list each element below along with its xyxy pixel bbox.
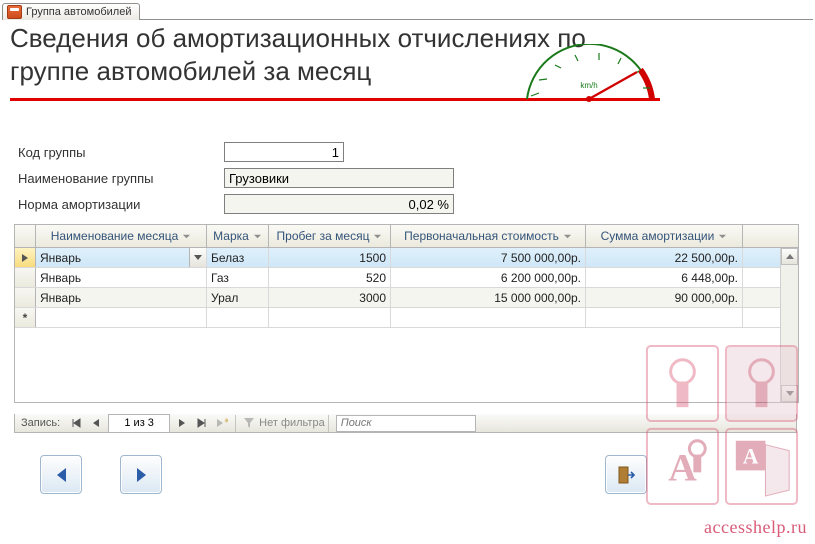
triangle-left-icon [57,468,66,482]
form-next-button[interactable] [120,455,162,494]
label-group-code: Код группы [18,145,208,160]
cell-month[interactable] [36,308,207,327]
cell-amort[interactable]: 22 500,00р. [586,248,743,267]
cell-brand[interactable]: Газ [207,268,269,287]
chevron-down-icon [194,255,202,260]
scroll-up-button[interactable] [781,248,798,265]
dropdown-icon [373,232,382,241]
recnav-first-button[interactable] [66,414,86,433]
col-header-mileage[interactable]: Пробег за месяц [269,225,391,247]
recnav-last-button[interactable] [192,414,212,433]
cell-amort[interactable]: 6 448,00р. [586,268,743,287]
row-selector[interactable] [15,268,36,287]
recnav-label: Запись: [15,417,66,429]
cell-brand[interactable]: Урал [207,288,269,307]
datasheet: Наименование месяца Марка Пробег за меся… [14,224,799,403]
input-group-code[interactable] [224,142,344,162]
field-row-group-name: Наименование группы [18,168,454,188]
recnav-search-input[interactable] [336,415,476,432]
separator [235,415,236,432]
cell-cost[interactable]: 15 000 000,00р. [391,288,586,307]
current-record-icon [21,253,29,263]
cell-brand[interactable] [207,308,269,327]
table-row[interactable]: Январь Белаз 1500 7 500 000,00р. 22 500,… [15,248,798,268]
col-header-month[interactable]: Наименование месяца [36,225,207,247]
row-selector[interactable] [15,288,36,307]
combo-dropdown-button[interactable] [189,248,206,267]
form-prev-button[interactable] [40,455,82,494]
recnav-next-button[interactable] [172,414,192,433]
separator [328,415,329,432]
recnav-position-input[interactable] [108,414,170,433]
cell-amort[interactable]: 90 000,00р. [586,288,743,307]
triangle-right-icon [137,468,146,482]
dropdown-icon [563,232,572,241]
cell-empty [743,268,775,287]
cell-empty [743,288,775,307]
input-amort-rate[interactable] [224,194,454,214]
field-row-amort-rate: Норма амортизации [18,194,454,214]
door-exit-icon [616,465,636,485]
cell-month[interactable]: Январь [36,288,207,307]
filter-icon [243,417,255,429]
chevron-down-icon [786,391,794,396]
recnav-filter-label[interactable]: Нет фильтра [259,417,325,429]
cell-cost[interactable]: 7 500 000,00р. [391,248,586,267]
select-all-cell[interactable] [15,225,36,247]
cell-mileage[interactable]: 1500 [269,248,391,267]
table-row-new[interactable] [15,308,798,328]
cell-amort[interactable] [586,308,743,327]
cell-mileage[interactable]: 520 [269,268,391,287]
svg-text:✳: ✳ [224,418,228,425]
cell-month[interactable]: Январь [36,248,207,267]
col-header-add[interactable] [743,225,775,247]
page-title: Сведения об амортизационных отчислениях … [10,22,660,87]
col-header-brand[interactable]: Марка [207,225,269,247]
scroll-down-button[interactable] [781,385,798,402]
row-selector[interactable] [15,248,36,267]
cell-mileage[interactable] [269,308,391,327]
input-group-name[interactable] [224,168,454,188]
svg-text:A: A [743,444,759,468]
label-amort-rate: Норма амортизации [18,197,208,212]
tab-label: Группа автомобилей [26,6,131,18]
row-selector-new[interactable] [15,308,36,327]
dropdown-icon [718,232,727,241]
tab-strip: Группа автомобилей [2,2,140,20]
field-row-group-code: Код группы [18,142,344,162]
cell-cost[interactable] [391,308,586,327]
col-header-amort[interactable]: Сумма амортизации [586,225,743,247]
recnav-new-button[interactable]: ✳ [212,414,232,433]
tab-group-cars[interactable]: Группа автомобилей [2,3,140,20]
svg-text:A: A [668,445,697,489]
recnav-prev-button[interactable] [86,414,106,433]
table-row[interactable]: Январь Урал 3000 15 000 000,00р. 90 000,… [15,288,798,308]
record-navigator: Запись: ✳ Нет фильтра [14,414,797,433]
form-close-button[interactable] [605,455,647,494]
datasheet-header: Наименование месяца Марка Пробег за меся… [15,225,798,248]
chevron-up-icon [786,254,794,259]
datasheet-body: Январь Белаз 1500 7 500 000,00р. 22 500,… [15,248,798,402]
page-title-block: Сведения об амортизационных отчислениях … [10,22,660,87]
label-group-name: Наименование группы [18,171,208,186]
cell-month[interactable]: Январь [36,268,207,287]
title-underline [10,98,660,101]
vertical-scrollbar[interactable] [780,248,798,402]
watermark-text: accesshelp.ru [704,517,807,538]
cell-mileage[interactable]: 3000 [269,288,391,307]
dropdown-icon [253,232,262,241]
dropdown-icon [182,232,191,241]
cell-empty [743,248,775,267]
col-header-cost[interactable]: Первоначальная стоимость [391,225,586,247]
form-icon [7,5,22,19]
cell-cost[interactable]: 6 200 000,00р. [391,268,586,287]
table-row[interactable]: Январь Газ 520 6 200 000,00р. 6 448,00р. [15,268,798,288]
cell-brand[interactable]: Белаз [207,248,269,267]
cell-empty [743,308,775,327]
